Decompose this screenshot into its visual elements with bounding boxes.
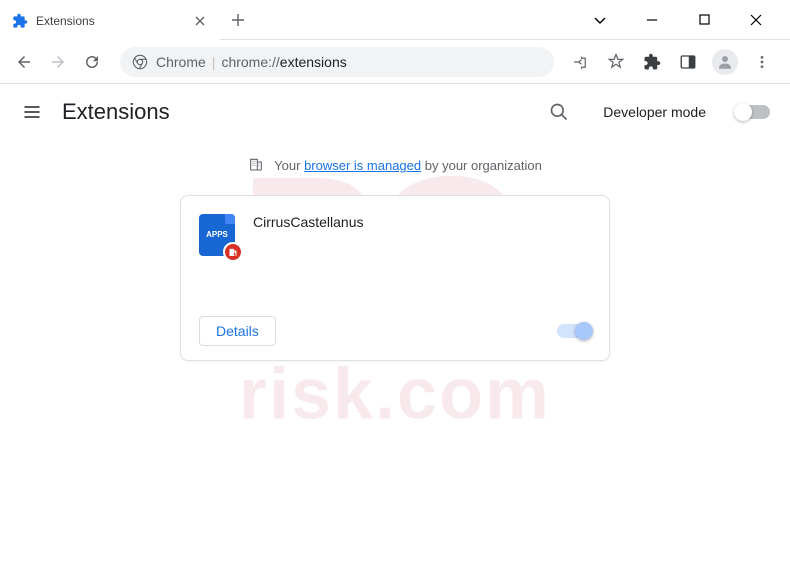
new-tab-button[interactable] bbox=[224, 0, 252, 39]
search-icon[interactable] bbox=[547, 100, 571, 124]
extensions-page-header: Extensions Developer mode bbox=[0, 84, 790, 140]
extension-toggle[interactable] bbox=[557, 324, 591, 338]
profile-avatar[interactable] bbox=[712, 49, 738, 75]
reload-button[interactable] bbox=[78, 48, 106, 76]
minimize-button[interactable] bbox=[638, 6, 666, 34]
browser-tab[interactable]: Extensions bbox=[0, 2, 220, 40]
banner-prefix: Your bbox=[274, 158, 300, 173]
extension-name: CirrusCastellanus bbox=[253, 214, 363, 230]
browser-toolbar: Chrome | chrome://extensions bbox=[0, 40, 790, 84]
bookmark-star-icon[interactable] bbox=[604, 50, 628, 74]
managed-link[interactable]: browser is managed bbox=[304, 158, 421, 173]
banner-suffix: by your organization bbox=[425, 158, 542, 173]
hamburger-menu-icon[interactable] bbox=[20, 100, 44, 124]
sidepanel-icon[interactable] bbox=[676, 50, 700, 74]
page-content: Your browser is managed by your organiza… bbox=[0, 140, 790, 377]
extension-icon: APPS bbox=[199, 214, 235, 256]
url-text: Chrome | chrome://extensions bbox=[156, 54, 347, 70]
extensions-puzzle-icon[interactable] bbox=[640, 50, 664, 74]
window-controls bbox=[586, 0, 790, 39]
window-titlebar: Extensions bbox=[0, 0, 790, 40]
close-button[interactable] bbox=[742, 6, 770, 34]
kebab-menu-icon[interactable] bbox=[750, 50, 774, 74]
extension-card: APPS CirrusCastellanus Details bbox=[180, 195, 610, 361]
chevron-down-icon[interactable] bbox=[586, 6, 614, 34]
policy-badge-icon bbox=[223, 242, 243, 262]
developer-mode-toggle[interactable] bbox=[736, 105, 770, 119]
chrome-icon bbox=[132, 54, 148, 70]
back-button[interactable] bbox=[10, 48, 38, 76]
forward-button[interactable] bbox=[44, 48, 72, 76]
maximize-button[interactable] bbox=[690, 6, 718, 34]
building-icon bbox=[248, 156, 264, 175]
share-icon[interactable] bbox=[568, 50, 592, 74]
extension-puzzle-icon bbox=[12, 13, 28, 29]
tab-close-button[interactable] bbox=[192, 13, 208, 29]
address-bar[interactable]: Chrome | chrome://extensions bbox=[120, 47, 554, 77]
managed-browser-banner: Your browser is managed by your organiza… bbox=[248, 156, 542, 175]
page-title: Extensions bbox=[62, 99, 529, 125]
tab-title: Extensions bbox=[36, 14, 184, 28]
developer-mode-label: Developer mode bbox=[603, 104, 706, 120]
details-button[interactable]: Details bbox=[199, 316, 276, 346]
